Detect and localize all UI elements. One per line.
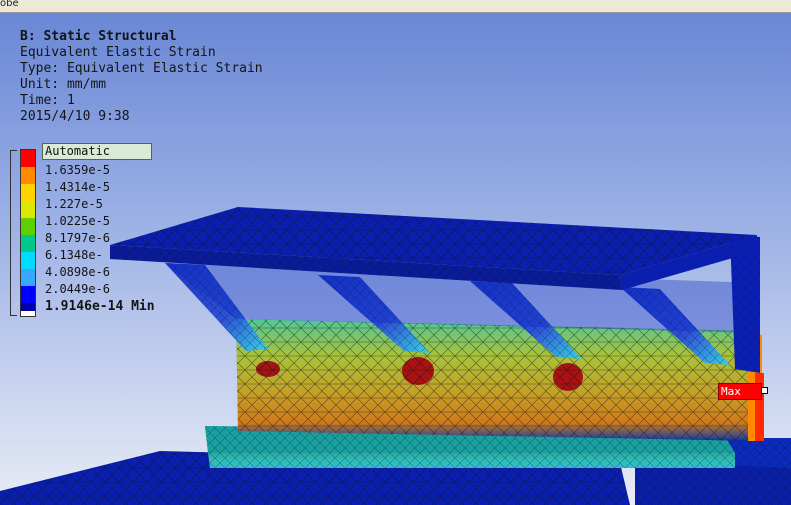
graphics-viewport[interactable]: B: Static Structural Equivalent Elastic … <box>0 13 791 505</box>
legend-swatch <box>21 303 35 311</box>
color-legend[interactable]: Automatic 1.6359e-5 1.4314e-5 1.227e-5 1… <box>10 143 210 319</box>
legend-tick: 1.6359e-5 <box>45 163 111 177</box>
legend-swatch <box>21 201 35 218</box>
legend-color-bar <box>20 149 36 317</box>
legend-swatch <box>21 286 35 303</box>
max-probe-label[interactable]: Max <box>718 383 768 400</box>
result-name: Equivalent Elastic Strain <box>20 45 216 60</box>
result-time: Time: 1 <box>20 93 75 108</box>
legend-swatch <box>21 269 35 286</box>
legend-bracket <box>10 150 17 316</box>
window-title: obe <box>0 0 19 9</box>
legend-tick: 4.0898e-6 <box>45 265 111 279</box>
window-title-strip: obe <box>0 0 791 13</box>
legend-tick: 2.0449e-6 <box>45 282 111 296</box>
legend-tick: 6.1348e- <box>45 248 103 262</box>
legend-tick: 1.0225e-5 <box>45 214 111 228</box>
result-date: 2015/4/10 9:38 <box>20 109 130 124</box>
legend-swatch <box>21 150 35 167</box>
legend-swatch <box>21 167 35 184</box>
legend-swatch <box>21 184 35 201</box>
legend-min-label: 1.9146e-14 Min <box>45 299 155 314</box>
legend-tick: 8.1797e-6 <box>45 231 111 245</box>
legend-swatch <box>21 252 35 269</box>
result-info: B: Static Structural Equivalent Elastic … <box>20 29 263 125</box>
legend-swatch <box>21 235 35 252</box>
legend-tick: 1.227e-5 <box>45 197 103 211</box>
result-type: Type: Equivalent Elastic Strain <box>20 61 263 76</box>
result-unit: Unit: mm/mm <box>20 77 107 92</box>
legend-tick: 1.4314e-5 <box>45 180 111 194</box>
legend-mode-label[interactable]: Automatic <box>42 143 152 160</box>
legend-swatch <box>21 218 35 235</box>
analysis-title: B: Static Structural <box>20 29 177 44</box>
